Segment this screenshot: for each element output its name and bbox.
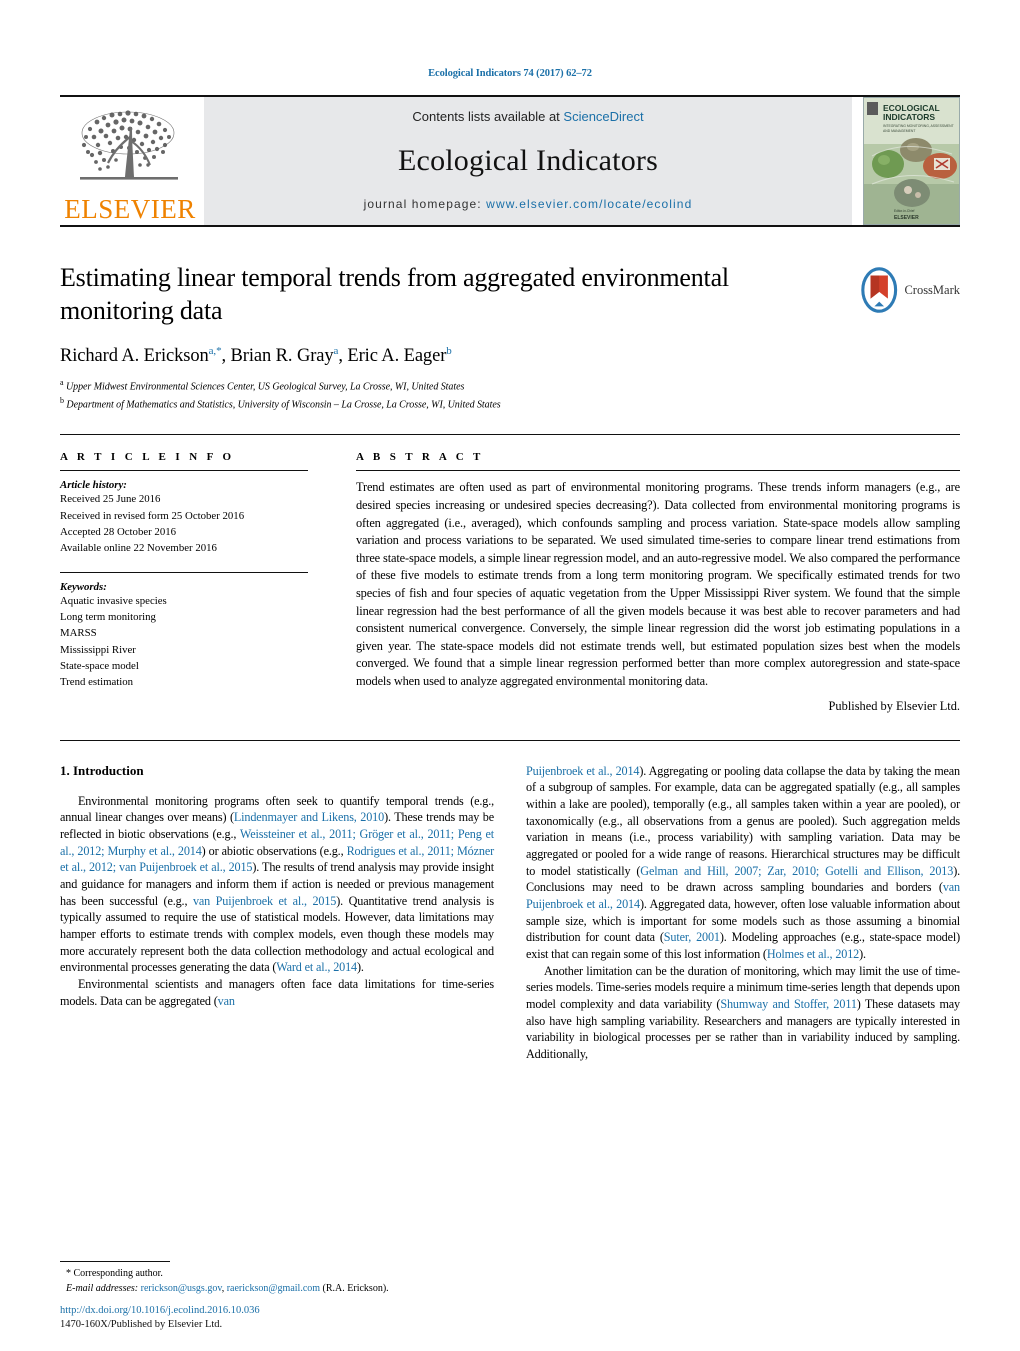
keyword-item: Mississippi River	[60, 643, 136, 656]
elsevier-tree-icon	[80, 110, 178, 180]
svg-text:AND MANAGEMENT: AND MANAGEMENT	[883, 129, 915, 133]
article-info-rule	[60, 470, 308, 472]
article-history-heading: Article history:	[60, 479, 127, 492]
journal-title: Ecological Indicators	[398, 143, 658, 177]
footnote-block: * Corresponding author. E-mail addresses…	[60, 1261, 490, 1296]
body-paragraph: Another limitation can be the duration o…	[526, 963, 960, 1061]
journal-cover-image: ECOLOGICAL INDICATORS INTEGRATING MONITO…	[863, 97, 960, 225]
history-item: Received in revised form 25 October 2016	[60, 509, 245, 522]
affiliation-b-text: Department of Mathematics and Statistics…	[66, 398, 501, 410]
issn-copyright-line: 1470-160X/Published by Elsevier Ltd.	[60, 1319, 223, 1331]
keywords-rule	[60, 572, 308, 574]
keyword-item: MARSS	[60, 627, 97, 640]
title-block: Estimating linear temporal trends from a…	[60, 261, 960, 412]
email-line: E-mail addresses: rerickson@usgs.gov, ra…	[60, 1282, 490, 1297]
body-columns: 1. Introduction Environmental monitoring…	[60, 763, 960, 1063]
affiliation-mark-a: a	[60, 377, 64, 387]
journal-cover-cell: ECOLOGICAL INDICATORS INTEGRATING MONITO…	[852, 97, 960, 225]
email-suffix: (R.A. Erickson).	[320, 1282, 389, 1294]
homepage-prefix: journal homepage:	[363, 197, 487, 211]
email-link-gmail[interactable]: raerickson@gmail.com	[227, 1283, 320, 1294]
history-item: Received 25 June 2016	[60, 493, 161, 506]
body-column-left: 1. Introduction Environmental monitoring…	[60, 763, 494, 1063]
crossmark-icon	[861, 267, 898, 313]
elsevier-logo: ELSEVIER	[60, 97, 200, 225]
email-link-usgs[interactable]: rerickson@usgs.gov	[141, 1283, 222, 1294]
journal-masthead: ELSEVIER Contents lists available at Sci…	[60, 95, 960, 225]
crossmark-badge[interactable]: CrossMark	[858, 263, 960, 317]
corresponding-marker: *	[66, 1268, 71, 1279]
body-paragraph: Environmental scientists and managers of…	[60, 976, 494, 1008]
body-column-right: Puijenbroek et al., 2014). Aggregating o…	[526, 763, 960, 1063]
affiliation-a-text: Upper Midwest Environmental Sciences Cen…	[65, 381, 465, 393]
elsevier-wordmark: ELSEVIER	[64, 194, 196, 224]
running-head: Ecological Indicators 74 (2017) 62–72	[428, 68, 592, 79]
abstract-column: A B S T R A C T Trend estimates are ofte…	[330, 451, 960, 713]
article-info-column: A R T I C L E I N F O Article history: R…	[60, 451, 330, 713]
history-item: Available online 22 November 2016	[60, 541, 217, 554]
svg-text:ELSEVIER: ELSEVIER	[894, 215, 919, 221]
corresponding-author-line: * Corresponding author.	[60, 1267, 490, 1282]
doi-block: http://dx.doi.org/10.1016/j.ecolind.2016…	[60, 1303, 490, 1333]
footnote-rule	[60, 1261, 170, 1262]
abstract-text: Trend estimates are often used as part o…	[356, 480, 960, 689]
contents-prefix: Contents lists available at	[412, 109, 564, 124]
article-info-heading: A R T I C L E I N F O	[60, 451, 235, 464]
keywords-block: Keywords: Aquatic invasive species Long …	[60, 572, 308, 690]
affiliation-b: b Department of Mathematics and Statisti…	[60, 395, 960, 413]
abstract-heading: A B S T R A C T	[356, 451, 484, 464]
affiliation-list: a Upper Midwest Environmental Sciences C…	[60, 377, 960, 413]
journal-homepage-link[interactable]: www.elsevier.com/locate/ecolind	[486, 197, 692, 211]
abstract-rule	[356, 470, 960, 472]
abstract-bottom-rule	[60, 739, 960, 741]
sciencedirect-link[interactable]: ScienceDirect	[563, 109, 643, 124]
homepage-line: journal homepage: www.elsevier.com/locat…	[364, 197, 693, 211]
contents-line: Contents lists available at ScienceDirec…	[412, 109, 643, 124]
authors-text: Richard A. Ericksona,*, Brian R. Graya, …	[60, 344, 452, 366]
crossmark-label: CrossMark	[904, 282, 960, 297]
svg-text:INTEGRATING MONITORING, ASSESS: INTEGRATING MONITORING, ASSESSMENT	[883, 124, 954, 128]
affiliation-mark-b: b	[60, 395, 64, 405]
svg-text:Editor-in-Chief: Editor-in-Chief	[894, 209, 914, 213]
keyword-item: Long term monitoring	[60, 611, 156, 624]
page-title: Estimating linear temporal trends from a…	[60, 263, 729, 326]
keyword-item: Trend estimation	[60, 676, 134, 689]
affiliation-a: a Upper Midwest Environmental Sciences C…	[60, 377, 960, 395]
info-abstract-row: A R T I C L E I N F O Article history: R…	[60, 451, 960, 713]
keywords-heading: Keywords:	[60, 581, 107, 594]
corresponding-text: Corresponding author.	[73, 1268, 163, 1279]
email-label: E-mail addresses:	[66, 1282, 139, 1294]
section-heading-introduction: 1. Introduction	[60, 762, 144, 778]
svg-text:INDICATORS: INDICATORS	[883, 112, 935, 122]
keyword-item: Aquatic invasive species	[60, 595, 167, 608]
info-top-rule	[60, 434, 960, 436]
cover-artwork: ECOLOGICAL INDICATORS INTEGRATING MONITO…	[864, 98, 959, 224]
abstract-copyright: Published by Elsevier Ltd.	[828, 698, 960, 713]
body-paragraph: Puijenbroek et al., 2014). Aggregating o…	[526, 763, 960, 961]
keyword-item: State-space model	[60, 659, 139, 672]
article-page: Ecological Indicators 74 (2017) 62–72 EL…	[0, 0, 1020, 1351]
doi-link[interactable]: http://dx.doi.org/10.1016/j.ecolind.2016…	[60, 1303, 490, 1319]
masthead-bottom-rule	[60, 225, 960, 227]
journal-header-box: Contents lists available at ScienceDirec…	[204, 97, 852, 225]
author-list: Richard A. Ericksona,*, Brian R. Graya, …	[60, 345, 960, 367]
body-paragraph: Environmental monitoring programs often …	[60, 793, 494, 975]
history-item: Accepted 28 October 2016	[60, 525, 177, 538]
